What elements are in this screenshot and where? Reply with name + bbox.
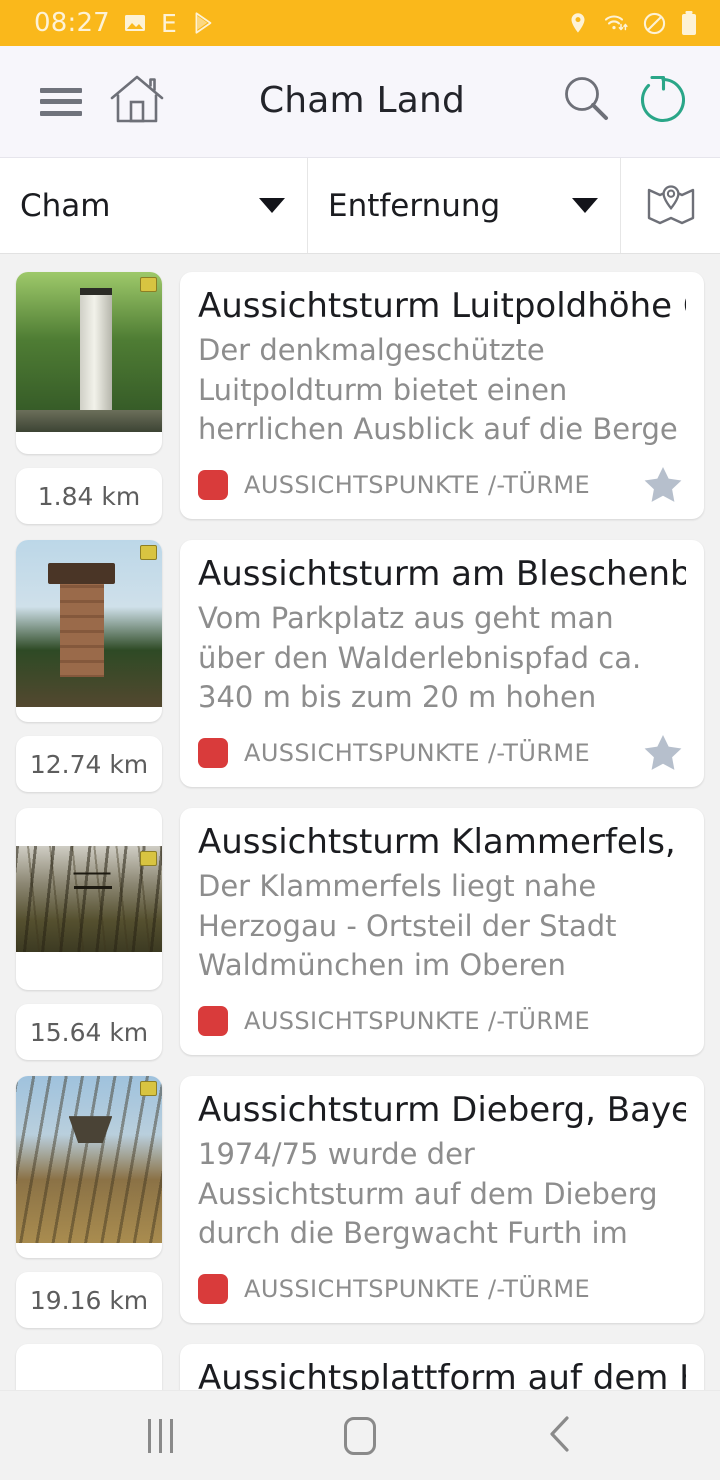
category-badge-icon <box>140 545 157 560</box>
poi-distance: 12.74 km <box>16 736 162 792</box>
chevron-down-icon <box>259 198 285 213</box>
star-icon <box>644 735 682 771</box>
thumbnail-column <box>16 1344 162 1390</box>
poi-title: Aussichtsturm am Bleschenberg <box>198 554 686 594</box>
play-store-icon <box>191 10 217 36</box>
filter-bar: Cham Entfernung <box>0 158 720 254</box>
location-filter-dropdown[interactable]: Cham <box>0 158 307 253</box>
edge-network-icon: E <box>160 8 177 38</box>
poi-info-card[interactable]: Aussichtsturm Luitpoldhöhe Ch.. Der denk… <box>180 272 704 520</box>
poi-thumbnail[interactable] <box>16 540 162 722</box>
poi-footer: AUSSICHTSPUNKTE /-TÜRME <box>198 989 686 1045</box>
poi-thumbnail[interactable] <box>16 1344 162 1390</box>
poi-info-card[interactable]: Aussichtsplattform auf dem Ho.. 293 Stuf… <box>180 1344 704 1390</box>
favorite-star-button[interactable] <box>640 462 686 508</box>
thumbnail-column: 15.64 km <box>16 808 162 1060</box>
poi-info-card[interactable]: Aussichtsturm am Bleschenberg Vom Parkpl… <box>180 540 704 788</box>
status-bar-left: 08:27 E <box>34 8 217 38</box>
status-bar-right <box>566 10 704 36</box>
search-icon <box>558 71 616 133</box>
category-color-dot <box>198 470 228 501</box>
refresh-button[interactable] <box>632 71 694 133</box>
category-color-dot <box>198 1274 228 1305</box>
status-bar: 08:27 E <box>0 0 720 46</box>
home-square-icon <box>344 1416 376 1455</box>
poi-footer: AUSSICHTSPUNKTE /-TÜRME <box>198 721 686 777</box>
thumbnail-column: 12.74 km <box>16 540 162 792</box>
image-icon <box>123 11 147 35</box>
poi-photo <box>16 272 162 433</box>
home-icon <box>107 71 167 133</box>
search-button[interactable] <box>556 71 618 133</box>
category-badge-icon <box>140 277 157 292</box>
hamburger-menu-button[interactable] <box>30 71 92 133</box>
phone-screen: 08:27 E Cham Land Cham Entfernung 1.84 k… <box>0 0 720 1480</box>
star-icon <box>644 467 682 503</box>
poi-description: Der denkmalgeschützte Luitpoldturm biete… <box>198 333 678 453</box>
list-item[interactable]: 19.16 km Aussichtsturm Dieberg, Bayern..… <box>0 1068 720 1336</box>
poi-title: Aussichtsturm Luitpoldhöhe Ch.. <box>198 286 686 326</box>
refresh-icon <box>634 71 692 133</box>
category-badge-icon <box>140 851 157 867</box>
poi-description: 1974/75 wurde der Aussichtsturm auf dem … <box>198 1137 658 1257</box>
poi-distance: 15.64 km <box>16 1004 162 1060</box>
home-nav-button[interactable] <box>305 1401 415 1471</box>
thumbnail-column: 1.84 km <box>16 272 162 524</box>
poi-distance: 19.16 km <box>16 1272 162 1328</box>
recents-button[interactable] <box>105 1401 215 1471</box>
map-pin-icon <box>643 176 699 236</box>
favorite-star-button[interactable] <box>640 730 686 776</box>
poi-category-label: AUSSICHTSPUNKTE /-TÜRME <box>244 1275 591 1304</box>
do-not-disturb-icon <box>642 11 667 36</box>
poi-thumbnail[interactable] <box>16 272 162 454</box>
category-badge-icon <box>140 1081 157 1096</box>
battery-icon <box>680 10 698 36</box>
app-bar: Cham Land <box>0 46 720 158</box>
thumbnail-column: 19.16 km <box>16 1076 162 1328</box>
poi-info-card[interactable]: Aussichtsturm Klammerfels, H.. Der Klamm… <box>180 808 704 1056</box>
location-filter-value: Cham <box>20 187 111 224</box>
back-chevron-icon <box>543 1412 577 1460</box>
poi-photo <box>16 1076 162 1244</box>
back-button[interactable] <box>505 1401 615 1471</box>
poi-title: Aussichtsplattform auf dem Ho.. <box>198 1358 686 1390</box>
hamburger-menu-icon <box>40 87 82 116</box>
poi-category-label: AUSSICHTSPUNKTE /-TÜRME <box>244 471 591 500</box>
poi-title: Aussichtsturm Dieberg, Bayern.. <box>198 1090 686 1130</box>
list-item[interactable]: 1.84 km Aussichtsturm Luitpoldhöhe Ch.. … <box>0 264 720 532</box>
poi-info-card[interactable]: Aussichtsturm Dieberg, Bayern.. 1974/75 … <box>180 1076 704 1324</box>
poi-distance: 1.84 km <box>16 468 162 524</box>
list-item[interactable]: 15.64 km Aussichtsturm Klammerfels, H.. … <box>0 800 720 1068</box>
poi-footer: AUSSICHTSPUNKTE /-TÜRME <box>198 1257 686 1313</box>
poi-thumbnail[interactable] <box>16 1076 162 1258</box>
poi-list[interactable]: 1.84 km Aussichtsturm Luitpoldhöhe Ch.. … <box>0 254 720 1390</box>
recents-icon <box>147 1418 173 1453</box>
poi-category-label: AUSSICHTSPUNKTE /-TÜRME <box>244 739 591 768</box>
poi-thumbnail[interactable] <box>16 808 162 990</box>
map-view-button[interactable] <box>620 158 720 253</box>
sort-filter-value: Entfernung <box>328 187 501 224</box>
poi-description: Der Klammerfels liegt nahe Herzogau - Or… <box>198 869 656 989</box>
status-clock: 08:27 <box>34 8 110 38</box>
poi-category-label: AUSSICHTSPUNKTE /-TÜRME <box>244 1007 591 1036</box>
poi-title: Aussichtsturm Klammerfels, H.. <box>198 822 686 862</box>
category-color-dot <box>198 1006 228 1037</box>
poi-description: Vom Parkplatz aus geht man über den Wald… <box>198 601 642 721</box>
category-color-dot <box>198 738 228 769</box>
sort-filter-dropdown[interactable]: Entfernung <box>307 158 620 253</box>
android-nav-bar <box>0 1390 720 1480</box>
location-pin-icon <box>566 11 590 35</box>
poi-footer: AUSSICHTSPUNKTE /-TÜRME <box>198 453 686 509</box>
poi-photo <box>16 540 162 708</box>
wifi-icon <box>603 11 629 35</box>
home-button[interactable] <box>106 71 168 133</box>
chevron-down-icon <box>572 198 598 213</box>
list-item[interactable]: 12.74 km Aussichtsturm am Bleschenberg V… <box>0 532 720 800</box>
page-title: Cham Land <box>258 79 466 121</box>
list-item[interactable]: Aussichtsplattform auf dem Ho.. 293 Stuf… <box>0 1336 720 1390</box>
